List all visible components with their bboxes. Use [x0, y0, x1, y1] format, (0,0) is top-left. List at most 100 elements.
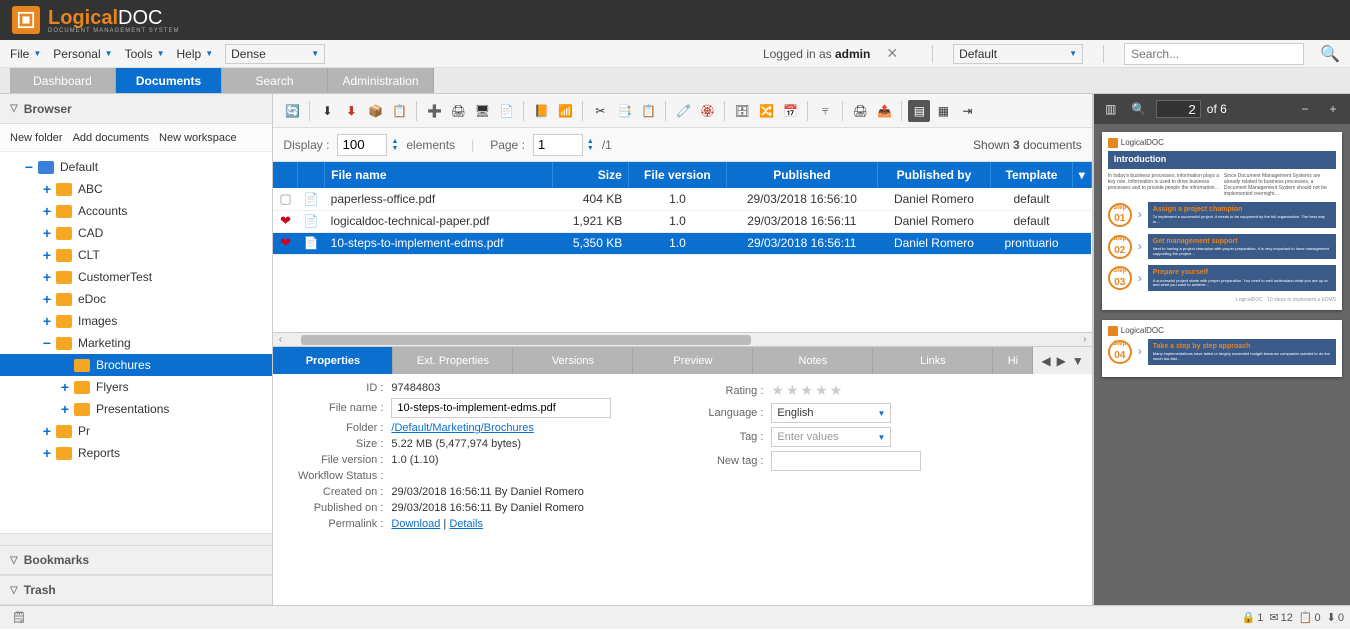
workspace-select[interactable]: Default▼: [953, 44, 1083, 64]
status-locked-icon[interactable]: 🔒1: [1242, 611, 1264, 624]
col-filename[interactable]: File name: [325, 162, 553, 188]
export-csv-icon[interactable]: 📤: [873, 100, 895, 122]
table-row[interactable]: ▢ 📄 paperless-office.pdf 404 KB 1.0 29/0…: [273, 188, 1091, 210]
dtab-preview[interactable]: Preview: [633, 347, 753, 374]
tree-node[interactable]: +ABC: [0, 178, 272, 200]
workflow-icon[interactable]: 🔀: [755, 100, 777, 122]
search-icon[interactable]: 🔍: [1320, 44, 1340, 64]
tree-node[interactable]: +CustomerTest: [0, 266, 272, 288]
density-select[interactable]: Dense▼: [225, 44, 325, 64]
new-workspace-button[interactable]: New workspace: [159, 132, 237, 144]
tree-node[interactable]: +Images: [0, 310, 272, 332]
tree-node[interactable]: +Accounts: [0, 200, 272, 222]
tree-node[interactable]: +CAD: [0, 222, 272, 244]
logout-icon[interactable]: ✕: [886, 45, 898, 62]
table-scrollbar[interactable]: ‹›: [273, 332, 1091, 346]
tab-dashboard[interactable]: Dashboard: [10, 68, 116, 93]
tree-node[interactable]: +Presentations: [0, 398, 272, 420]
view-grid-icon[interactable]: ▦: [932, 100, 954, 122]
add-doc-icon[interactable]: ➕: [423, 100, 445, 122]
dtab-more[interactable]: Hi: [993, 347, 1033, 374]
tab-search[interactable]: Search: [222, 68, 328, 93]
find-icon[interactable]: 🔍: [1128, 98, 1150, 120]
tree-node[interactable]: +Reports: [0, 442, 272, 464]
copy-icon[interactable]: 📋: [388, 100, 410, 122]
menu-personal[interactable]: Personal▼: [53, 47, 112, 61]
dtab-ext-properties[interactable]: Ext. Properties: [393, 347, 513, 374]
tree-scrollbar[interactable]: [0, 533, 272, 545]
refresh-icon[interactable]: 🔄: [281, 100, 303, 122]
tag-select[interactable]: Enter values▼: [771, 427, 891, 447]
menu-help[interactable]: Help▼: [177, 47, 214, 61]
archive-icon[interactable]: 🗄: [731, 100, 753, 122]
menu-tools[interactable]: Tools▼: [125, 47, 165, 61]
display-input[interactable]: [337, 134, 387, 156]
tab-documents[interactable]: Documents: [116, 68, 222, 93]
prop-filename-input[interactable]: [391, 398, 611, 418]
sidebar-toggle-icon[interactable]: ▥: [1100, 98, 1122, 120]
language-select[interactable]: English▼: [771, 403, 891, 423]
toggle-preview-icon[interactable]: ⇥: [956, 100, 978, 122]
print2-icon[interactable]: 🖨: [849, 100, 871, 122]
zoom-out-icon[interactable]: −: [1294, 98, 1316, 120]
col-template[interactable]: Template: [991, 162, 1073, 188]
status-downloads-icon[interactable]: ⬇0: [1327, 611, 1344, 624]
preview-viewport[interactable]: LogicalDOC Introduction In today's busin…: [1094, 124, 1350, 605]
status-note-icon[interactable]: 🗒: [12, 611, 26, 624]
paste-icon[interactable]: 📋: [637, 100, 659, 122]
search-input[interactable]: [1124, 43, 1304, 65]
page-input[interactable]: [533, 134, 583, 156]
col-version[interactable]: File version: [628, 162, 726, 188]
pdf-icon[interactable]: ⬇: [340, 100, 362, 122]
export-icon[interactable]: 📦: [364, 100, 386, 122]
tree-node-selected[interactable]: Brochures: [0, 354, 272, 376]
dtab-notes[interactable]: Notes: [753, 347, 873, 374]
col-published[interactable]: Published: [727, 162, 878, 188]
col-by[interactable]: Published by: [877, 162, 991, 188]
status-messages-icon[interactable]: ✉12: [1269, 611, 1292, 624]
new-from-template-icon[interactable]: 📄: [495, 100, 517, 122]
dtab-properties[interactable]: Properties: [273, 347, 393, 374]
tree-node[interactable]: +Flyers: [0, 376, 272, 398]
rss-icon[interactable]: 📶: [554, 100, 576, 122]
prop-folder-link[interactable]: /Default/Marketing/Brochures: [391, 422, 533, 434]
tree-node[interactable]: −Marketing: [0, 332, 272, 354]
table-row-selected[interactable]: ❤ 📄 10-steps-to-implement-edms.pdf 5,350…: [273, 232, 1091, 254]
tree-node[interactable]: +CLT: [0, 244, 272, 266]
table-row[interactable]: ❤ 📄 logicaldoc-technical-paper.pdf 1,921…: [273, 210, 1091, 232]
download-icon[interactable]: ⬇: [316, 100, 338, 122]
preview-page-input[interactable]: [1156, 100, 1201, 118]
col-size[interactable]: Size: [553, 162, 629, 188]
rating-stars[interactable]: ★★★★★: [771, 382, 844, 399]
new-folder-button[interactable]: New folder: [10, 132, 63, 144]
stamp-icon[interactable]: 🧷: [672, 100, 694, 122]
zoom-in-icon[interactable]: +: [1322, 98, 1344, 120]
dtab-links[interactable]: Links: [873, 347, 993, 374]
trash-header[interactable]: ▽Trash: [0, 575, 272, 605]
dtab-menu-icon[interactable]: ▼: [1072, 354, 1084, 368]
permalink-download[interactable]: Download: [391, 518, 440, 530]
permalink-details[interactable]: Details: [449, 518, 483, 530]
rss-new-icon[interactable]: 📙: [530, 100, 552, 122]
calendar-icon[interactable]: 📅: [779, 100, 801, 122]
dtab-next-icon[interactable]: ▶: [1057, 354, 1066, 368]
tree-root[interactable]: −Default: [0, 156, 272, 178]
display-spinner[interactable]: ▲▼: [391, 138, 398, 152]
dtab-prev-icon[interactable]: ◀: [1041, 354, 1050, 368]
page-spinner[interactable]: ▲▼: [587, 138, 594, 152]
cut-icon[interactable]: ✂: [589, 100, 611, 122]
dtab-versions[interactable]: Versions: [513, 347, 633, 374]
seal-icon[interactable]: 🏵: [696, 100, 718, 122]
add-documents-button[interactable]: Add documents: [73, 132, 149, 144]
folder-tree[interactable]: −Default +ABC +Accounts +CAD +CLT +Custo…: [0, 152, 272, 533]
copy2-icon[interactable]: 📑: [613, 100, 635, 122]
bookmarks-header[interactable]: ▽Bookmarks: [0, 545, 272, 575]
tree-node[interactable]: +eDoc: [0, 288, 272, 310]
tree-node[interactable]: +Pr: [0, 420, 272, 442]
browser-header[interactable]: ▽Browser: [0, 94, 272, 124]
menu-file[interactable]: File▼: [10, 47, 41, 61]
print-icon[interactable]: 🖨: [447, 100, 469, 122]
tab-administration[interactable]: Administration: [328, 68, 434, 93]
status-clipboard-icon[interactable]: 📋0: [1299, 611, 1321, 624]
screen-icon[interactable]: 🖥: [471, 100, 493, 122]
